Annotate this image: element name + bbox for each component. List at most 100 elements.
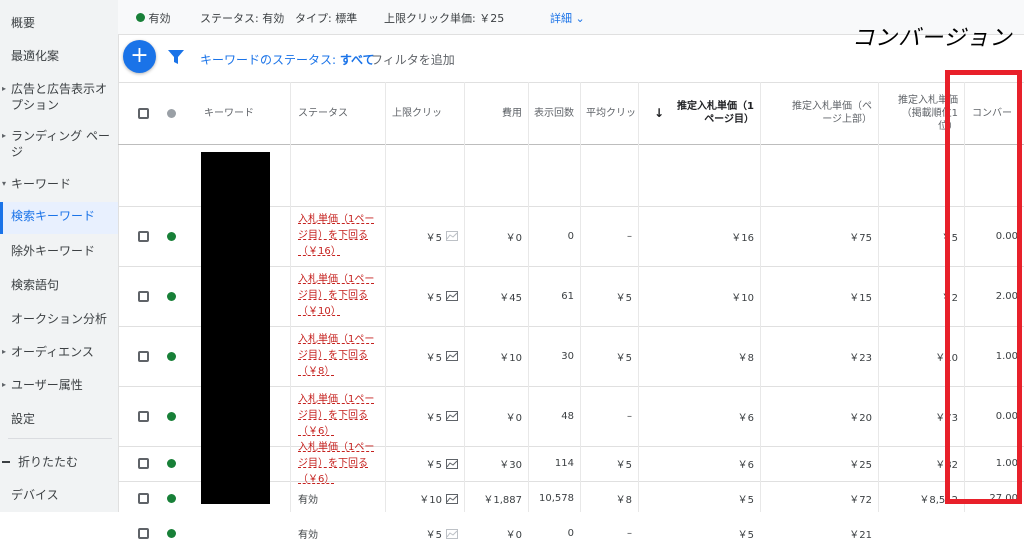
sidebar-item-recommendations[interactable]: 最適化案 — [0, 48, 118, 64]
bid-simulator-chart-icon[interactable] — [446, 291, 458, 301]
sidebar-item-label: 除外キーワード — [11, 244, 96, 258]
row-checkbox-cell[interactable] — [128, 446, 158, 481]
cell-avg-cpc: – — [580, 206, 638, 266]
sidebar-item-negative-keywords[interactable]: 除外キーワード — [0, 243, 118, 259]
status-line: 入札単価（1ペー — [298, 214, 375, 225]
row-checkbox-cell[interactable] — [128, 386, 158, 446]
header-avg-cpc[interactable]: 平均クリッ — [580, 82, 638, 144]
cell-value: ￥5 — [615, 460, 632, 471]
cell-impr: 0 — [528, 516, 580, 551]
bid-simulator-chart-icon[interactable] — [446, 351, 458, 361]
cell-max-cpc[interactable]: ￥5 — [386, 266, 464, 326]
caret-right-icon: ▸ — [2, 84, 7, 93]
sidebar-item-keywords[interactable]: ▾ キーワード — [0, 176, 118, 192]
sidebar-item-demographics[interactable]: ▸ ユーザー属性 — [0, 377, 118, 393]
sidebar-item-label: 広告と広告表示オプション — [11, 82, 108, 112]
header-status[interactable]: ステータス — [292, 82, 384, 144]
plus-icon: + — [130, 43, 149, 68]
row-checkbox[interactable] — [137, 230, 149, 242]
sidebar-item-audiences[interactable]: ▸ オーディエンス — [0, 344, 118, 360]
keyword-cell[interactable] — [198, 516, 290, 551]
status-line: 入札単価（1ペー — [298, 394, 375, 405]
bid-simulator-chart-icon[interactable] — [446, 528, 458, 539]
row-checkbox-cell[interactable] — [128, 266, 158, 326]
col-divider — [290, 82, 291, 512]
cell-value: ￥5 — [425, 412, 442, 424]
cell-value: ￥0 — [505, 232, 522, 244]
row-checkbox[interactable] — [137, 458, 149, 469]
cell-max-cpc[interactable]: ￥10 — [386, 481, 464, 516]
status-warning-link[interactable]: 入札単価（1ペー ジ目）を下回る （￥8） — [298, 332, 374, 380]
row-status[interactable]: 入札単価（1ペー ジ目）を下回る （￥6） — [292, 386, 384, 446]
row-checkbox[interactable] — [137, 528, 149, 539]
cell-value: ￥10 — [731, 292, 754, 304]
cell-max-cpc[interactable]: ￥5 — [386, 326, 464, 386]
row-checkbox[interactable] — [137, 410, 149, 422]
status-warning-link[interactable]: 入札単価（1ペー ジ目）を下回る （￥16） — [298, 212, 374, 260]
header-est-top[interactable]: 推定入札単価（ページ上部） — [760, 82, 878, 144]
cell-impr: 61 — [528, 266, 580, 326]
header-cost[interactable]: 費用 — [464, 82, 528, 144]
row-status[interactable]: 入札単価（1ペー ジ目）を下回る （￥16） — [292, 206, 384, 266]
header-keyword[interactable]: キーワード — [198, 82, 290, 144]
sidebar-item-search-keywords[interactable]: 検索キーワード — [0, 202, 118, 234]
cell-value: ￥5 — [425, 232, 442, 244]
keyword-status-filter[interactable]: キーワードのステータス: すべて — [200, 51, 375, 68]
sidebar-item-auction-insights[interactable]: オークション分析 — [0, 311, 118, 327]
bid-simulator-chart-icon[interactable] — [446, 458, 458, 469]
status-warning-link[interactable]: 入札単価（1ペー ジ目）を下回る （￥10） — [298, 272, 374, 320]
row-status[interactable]: 入札単価（1ペー ジ目）を下回る （￥8） — [292, 326, 384, 386]
status-dot-header — [166, 108, 176, 118]
details-link[interactable]: 詳細 ⌄ — [550, 10, 585, 26]
row-checkbox[interactable] — [137, 290, 149, 302]
bid-simulator-chart-icon[interactable] — [446, 231, 458, 241]
row-checkbox[interactable] — [137, 493, 149, 504]
collapse-icon — [2, 461, 10, 463]
select-all-checkbox-cell[interactable] — [128, 82, 158, 144]
status-detail: ステータス: 有効 — [200, 12, 285, 25]
header-label: 費用 — [502, 107, 522, 119]
cell-est-top: ￥75 — [760, 206, 878, 266]
details-label: 詳細 — [550, 12, 572, 25]
status-warning-link[interactable]: 入札単価（1ペー ジ目）を下回る （￥6） — [298, 392, 374, 440]
sidebar-item-devices[interactable]: デバイス — [0, 487, 118, 503]
cell-max-cpc[interactable]: ￥5 — [386, 516, 464, 551]
cell-value: ￥75 — [849, 232, 872, 244]
header-est-first-page[interactable]: ↓ 推定入札単価（1ページ目） — [648, 82, 760, 144]
select-all-checkbox[interactable] — [137, 107, 149, 119]
cell-impr: 10,578 — [528, 481, 580, 516]
bid-simulator-chart-icon[interactable] — [446, 411, 458, 421]
row-checkbox-cell[interactable] — [128, 206, 158, 266]
row-status[interactable]: 入札単価（1ペー ジ目）を下回る （￥6） — [292, 442, 384, 485]
cell-value: ￥0 — [505, 412, 522, 424]
cell-est-top: ￥23 — [760, 326, 878, 386]
row-checkbox-cell[interactable] — [128, 326, 158, 386]
sidebar-item-ads[interactable]: ▸ 広告と広告表示オプション — [0, 81, 114, 113]
row-checkbox[interactable] — [137, 350, 149, 362]
row-checkbox-cell[interactable] — [128, 516, 158, 551]
row-status[interactable]: 入札単価（1ペー ジ目）を下回る （￥10） — [292, 266, 384, 326]
cell-value: ￥5 — [615, 352, 632, 364]
cell-max-cpc[interactable]: ￥5 — [386, 206, 464, 266]
add-keyword-button[interactable]: + — [123, 40, 156, 73]
collapse-button[interactable]: 折りたたむ — [0, 454, 118, 470]
row-checkbox-cell[interactable] — [128, 481, 158, 516]
header-impressions[interactable]: 表示回数 — [528, 82, 580, 144]
cell-max-cpc[interactable]: ￥5 — [386, 446, 464, 481]
sort-arrow-icon: ↓ — [654, 105, 665, 120]
filter-icon[interactable] — [168, 50, 184, 64]
caret-right-icon: ▸ — [2, 131, 7, 140]
sidebar-item-landing-pages[interactable]: ▸ ランディング ページ — [0, 128, 112, 160]
header-max-cpc[interactable]: 上限クリッ — [386, 82, 464, 144]
add-filter-button[interactable]: フィルタを追加 — [371, 51, 455, 68]
cell-value: 30 — [561, 350, 574, 362]
collapse-label: 折りたたむ — [18, 455, 79, 469]
cell-value: ￥15 — [849, 292, 872, 304]
sidebar-item-overview[interactable]: 概要 — [0, 15, 118, 31]
campaign-status: 有効 — [136, 10, 171, 26]
sidebar-item-settings[interactable]: 設定 — [0, 411, 118, 427]
sidebar-item-search-terms[interactable]: 検索語句 — [0, 277, 118, 293]
cell-max-cpc[interactable]: ￥5 — [386, 386, 464, 446]
cell-value: ￥45 — [499, 292, 522, 304]
bid-simulator-chart-icon[interactable] — [446, 493, 458, 504]
